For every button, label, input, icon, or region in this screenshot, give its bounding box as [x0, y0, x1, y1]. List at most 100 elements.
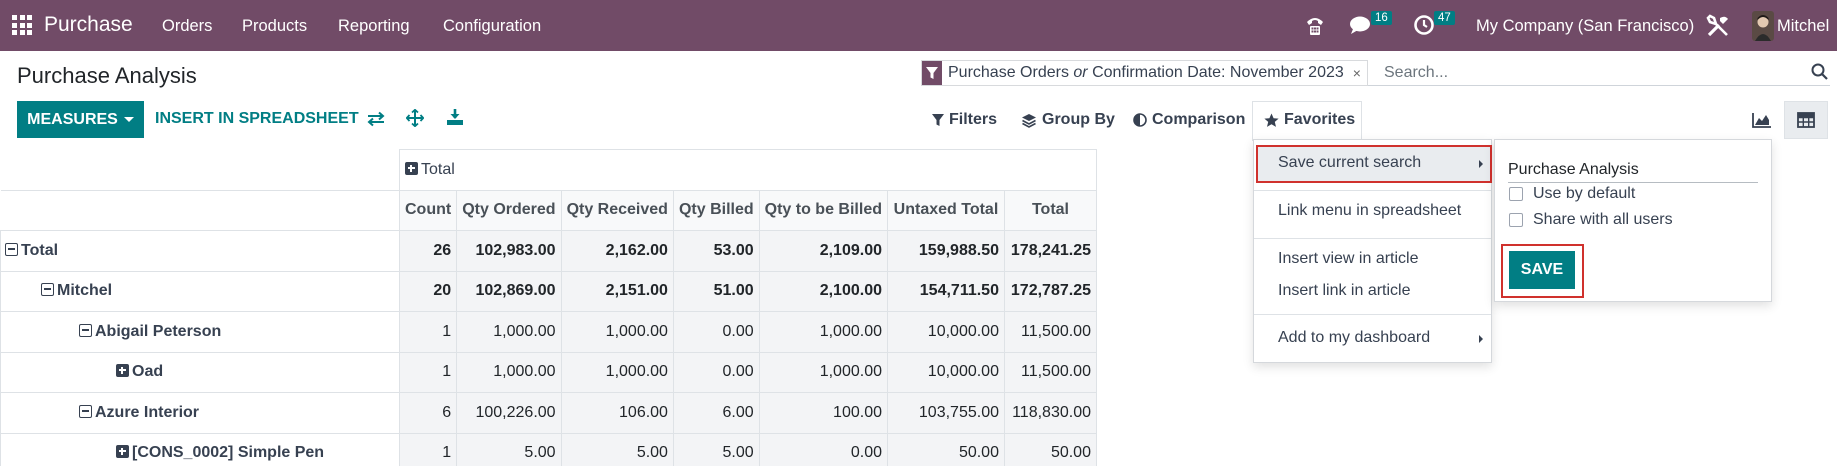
cell-value[interactable]: 50.00	[886, 432, 1005, 466]
cell-value[interactable]: 51.00	[672, 270, 760, 312]
messages-icon[interactable]	[1349, 15, 1371, 40]
activities-clock-icon[interactable]	[1413, 14, 1435, 41]
voip-phone-icon[interactable]	[1304, 13, 1326, 42]
cell-value[interactable]: 50.00	[1003, 432, 1097, 466]
measure-header[interactable]: Qty Ordered	[456, 189, 562, 231]
menu-divider	[1254, 190, 1491, 191]
row-header[interactable]: Total	[0, 230, 400, 272]
insert-view-in-article-item[interactable]: Insert view in article	[1278, 250, 1419, 268]
row-header[interactable]: [CONS_0002] Simple Pen	[0, 432, 400, 466]
measure-header[interactable]: Qty to be Billed	[758, 189, 888, 231]
insert-link-in-article-item[interactable]: Insert link in article	[1278, 282, 1411, 300]
cell-value[interactable]: 2,151.00	[560, 270, 674, 312]
save-current-search-label[interactable]: Save current search	[1278, 154, 1421, 172]
col-group-header[interactable]: Total	[399, 149, 1097, 191]
search-facet[interactable]: Purchase Orders or Confirmation Date: No…	[921, 60, 1368, 86]
measure-header[interactable]: Total	[1003, 189, 1097, 231]
graph-view-button[interactable]	[1740, 101, 1784, 139]
tools-debug-icon[interactable]	[1706, 14, 1730, 43]
cell-value[interactable]: 6.00	[672, 392, 760, 434]
cell-value[interactable]: 102,983.00	[456, 230, 562, 272]
flip-axis-icon[interactable]	[367, 111, 385, 132]
add-to-dashboard-item[interactable]: Add to my dashboard	[1278, 329, 1430, 347]
cell-value[interactable]: 100.00	[758, 392, 888, 434]
cell-value[interactable]: 103,755.00	[886, 392, 1005, 434]
half-circle-icon	[1133, 113, 1147, 127]
cell-value[interactable]: 1,000.00	[560, 311, 674, 353]
user-name[interactable]: Mitchel	[1777, 17, 1829, 36]
cell-value[interactable]: 106.00	[560, 392, 674, 434]
cell-value[interactable]: 154,711.50	[886, 270, 1005, 312]
comparison-button[interactable]: Comparison	[1133, 111, 1245, 129]
search-icon[interactable]	[1811, 63, 1828, 85]
cell-value[interactable]: 5.00	[456, 432, 562, 466]
cell-value[interactable]: 2,162.00	[560, 230, 674, 272]
facet-remove-icon[interactable]: ×	[1351, 61, 1367, 85]
favorite-name-input[interactable]	[1508, 157, 1758, 183]
measure-header[interactable]: Untaxed Total	[886, 189, 1005, 231]
facet-value-2: Confirmation Date: November 2023	[1092, 64, 1344, 81]
cell-value[interactable]: 5.00	[560, 432, 674, 466]
use-by-default-checkbox[interactable]	[1509, 187, 1523, 201]
menu-reporting[interactable]: Reporting	[338, 17, 410, 36]
menu-configuration[interactable]: Configuration	[443, 17, 541, 36]
measure-header[interactable]: Qty Billed	[672, 189, 760, 231]
company-switcher[interactable]: My Company (San Francisco)	[1476, 17, 1694, 36]
search-input[interactable]	[1384, 60, 1804, 85]
cell-value[interactable]: 1	[398, 432, 458, 466]
pivot-view-button[interactable]	[1784, 101, 1828, 139]
cell-value[interactable]: 1,000.00	[758, 351, 888, 393]
measure-header[interactable]: Count	[398, 189, 458, 231]
cell-value[interactable]: 5.00	[672, 432, 760, 466]
share-with-all-users-checkbox[interactable]	[1509, 213, 1523, 227]
cell-value[interactable]: 2,100.00	[758, 270, 888, 312]
cell-value[interactable]: 2,109.00	[758, 230, 888, 272]
collapse-minus-icon	[79, 323, 92, 337]
cell-value[interactable]: 1,000.00	[758, 311, 888, 353]
cell-value[interactable]: 0.00	[758, 432, 888, 466]
cell-value[interactable]: 102,869.00	[456, 270, 562, 312]
cell-value[interactable]: 10,000.00	[886, 351, 1005, 393]
filters-button[interactable]: Filters	[932, 111, 997, 129]
cell-value[interactable]: 10,000.00	[886, 311, 1005, 353]
cell-value[interactable]: 20	[398, 270, 458, 312]
row-label: Mitchel	[57, 282, 113, 300]
cell-value[interactable]: 100,226.00	[456, 392, 562, 434]
cell-value[interactable]: 178,241.25	[1003, 230, 1097, 272]
measure-header[interactable]: Qty Received	[560, 189, 674, 231]
group-by-button[interactable]: Group By	[1021, 111, 1115, 129]
cell-value[interactable]: 53.00	[672, 230, 760, 272]
insert-in-spreadsheet-button[interactable]: INSERT IN SPREADSHEET	[155, 110, 359, 128]
cell-value[interactable]: 172,787.25	[1003, 270, 1097, 312]
row-header[interactable]: Abigail Peterson	[0, 311, 400, 353]
cell-value[interactable]: 1	[398, 311, 458, 353]
cell-value[interactable]: 118,830.00	[1003, 392, 1097, 434]
cell-value[interactable]: 1	[398, 351, 458, 393]
expand-all-icon[interactable]	[405, 108, 425, 132]
apps-menu-icon[interactable]	[12, 15, 32, 35]
row-label: Oad	[132, 363, 164, 381]
save-button[interactable]: SAVE	[1509, 251, 1575, 289]
cell-value[interactable]: 1,000.00	[560, 351, 674, 393]
row-header[interactable]: Azure Interior	[0, 392, 400, 434]
app-name[interactable]: Purchase	[44, 13, 133, 37]
row-header[interactable]: Oad	[0, 351, 400, 393]
cell-value[interactable]: 0.00	[672, 351, 760, 393]
link-menu-in-spreadsheet-item[interactable]: Link menu in spreadsheet	[1278, 202, 1461, 220]
row-header[interactable]: Mitchel	[0, 270, 400, 312]
cell-value[interactable]: 26	[398, 230, 458, 272]
cell-value[interactable]: 11,500.00	[1003, 351, 1097, 393]
menu-orders[interactable]: Orders	[162, 17, 212, 36]
cell-value[interactable]: 6	[398, 392, 458, 434]
cell-value[interactable]: 159,988.50	[886, 230, 1005, 272]
favorites-button[interactable]: Favorites	[1264, 111, 1355, 129]
download-icon[interactable]	[446, 108, 464, 131]
measures-button[interactable]: MEASURES	[17, 101, 144, 138]
cell-value[interactable]: 11,500.00	[1003, 311, 1097, 353]
user-avatar[interactable]	[1752, 11, 1774, 41]
row-label: Azure Interior	[95, 403, 200, 421]
cell-value[interactable]: 1,000.00	[456, 311, 562, 353]
menu-products[interactable]: Products	[242, 17, 307, 36]
cell-value[interactable]: 1,000.00	[456, 351, 562, 393]
cell-value[interactable]: 0.00	[672, 311, 760, 353]
